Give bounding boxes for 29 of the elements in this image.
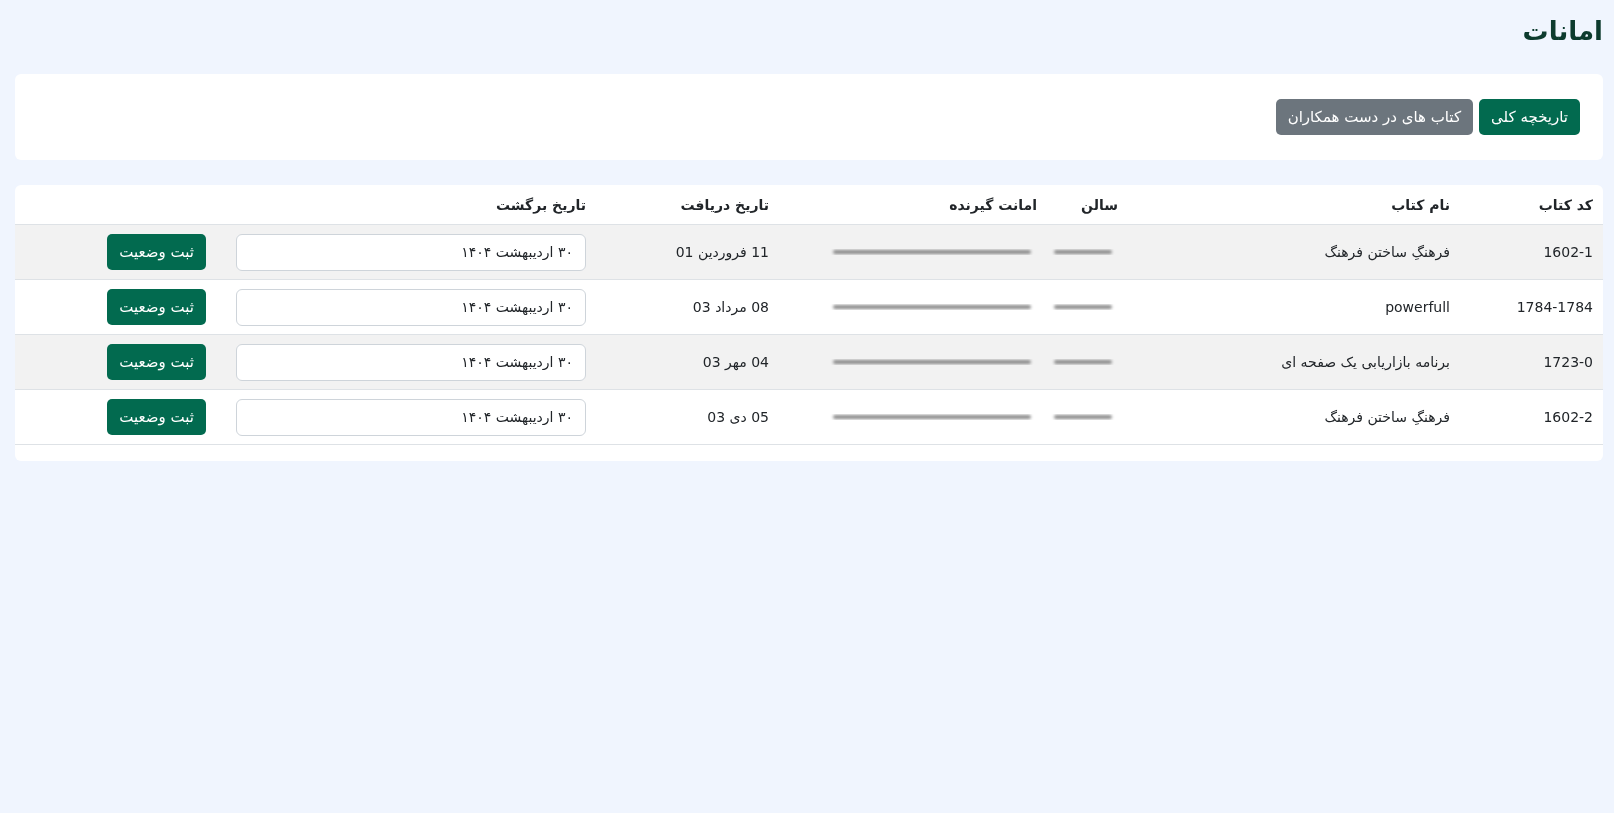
table-cell-text: برنامه بازاریابی یک صفحه ای	[1281, 354, 1451, 370]
submit-status-button[interactable]: ثبت وضعیت	[107, 344, 206, 380]
table-cell-text: 08 مرداد 03	[692, 299, 770, 315]
table-cell-text: فرهنگِ ساختن فرهنگ	[1324, 409, 1451, 425]
table-cell-text: 1602-2	[1543, 409, 1594, 425]
action-button[interactable]: کتاب های در دست همکاران	[1275, 99, 1474, 135]
return-date-field[interactable]: ۳۰ اردیبهشت ۱۴۰۴	[236, 398, 586, 436]
table-cell-text: فرهنگِ ساختن فرهنگ	[1324, 244, 1451, 260]
column-header: تاریخ برگشت	[496, 196, 587, 213]
column-header: امانت گیرنده	[949, 196, 1038, 213]
table-cell-text: 11 فروردین 01	[675, 244, 770, 260]
column-header: نام کتاب	[1391, 196, 1451, 213]
table-cell-text: 1784-1784	[1516, 299, 1594, 315]
submit-status-button[interactable]: ثبت وضعیت	[107, 234, 206, 270]
action-button[interactable]: تاریخچه کلی	[1479, 99, 1580, 135]
return-date-field[interactable]: ۳۰ اردیبهشت ۱۴۰۴	[236, 288, 586, 326]
submit-status-button[interactable]: ثبت وضعیت	[107, 289, 206, 325]
page-title: امانات	[1522, 16, 1603, 46]
table-cell-text: 1602-1	[1543, 244, 1594, 260]
table-cell-text: 1723-0	[1543, 354, 1594, 370]
table-cell-text: powerfull	[1385, 299, 1451, 315]
column-header: کد کتاب	[1538, 196, 1594, 213]
return-date-field[interactable]: ۳۰ اردیبهشت ۱۴۰۴	[236, 343, 586, 381]
submit-status-button[interactable]: ثبت وضعیت	[107, 399, 206, 435]
table-cell-text: 04 مهر 03	[702, 354, 770, 370]
table-cell-text: 05 دی 03	[707, 409, 770, 425]
column-header: سالن	[1081, 196, 1119, 213]
column-header: تاریخ دریافت	[680, 196, 770, 213]
return-date-field[interactable]: ۳۰ اردیبهشت ۱۴۰۴	[236, 233, 586, 271]
